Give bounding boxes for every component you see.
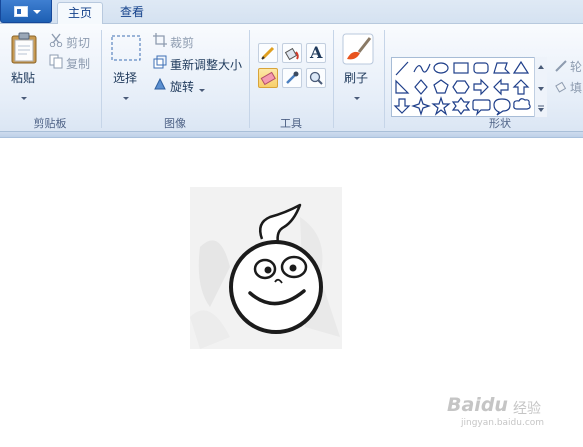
polygon-shape-icon <box>493 62 511 74</box>
rounded-callout-shape-icon <box>472 99 491 116</box>
color-picker-tool[interactable] <box>282 68 302 88</box>
copy-icon <box>49 54 63 69</box>
fill-tool[interactable] <box>282 43 302 63</box>
chevron-down-icon <box>354 91 360 105</box>
text-icon: A <box>310 43 323 62</box>
chevron-down-icon <box>21 91 27 105</box>
smiley-drawing <box>190 203 340 349</box>
oval-callout-shape-icon <box>493 98 511 116</box>
crop-icon <box>153 33 167 47</box>
scissors-icon <box>49 33 63 47</box>
line-shape-icon <box>395 61 409 76</box>
diamond-shape-icon <box>414 79 428 95</box>
watermark-suffix: 经验 <box>513 401 541 417</box>
resize-icon <box>153 55 167 69</box>
tools-group-label: 工具 <box>280 117 302 130</box>
watermark-brand: Baidu <box>447 394 508 416</box>
ribbon-tab-bar: 主页 查看 <box>0 0 583 25</box>
copy-label: 复制 <box>66 57 91 71</box>
fill-bucket-icon <box>555 81 567 93</box>
rectangle-shape-icon <box>453 62 469 74</box>
brushes-label: 刷子 <box>344 71 369 85</box>
eyedropper-icon <box>286 71 299 84</box>
image-group-label: 图像 <box>164 117 186 130</box>
rotate-label: 旋转 <box>170 80 195 94</box>
magnifier-icon <box>309 71 323 85</box>
right-arrow-shape-icon <box>473 78 489 96</box>
brush-icon <box>342 33 374 65</box>
chevron-down-icon <box>33 10 41 14</box>
paste-label: 粘贴 <box>11 71 36 85</box>
oval-shape-icon <box>433 62 449 74</box>
ribbon-panel: 粘贴 剪切 复制 剪贴板 选择 裁剪 重新调整大小 旋转 图像 A 工具 刷子 … <box>0 24 583 132</box>
group-divider <box>249 30 250 128</box>
chevron-down-icon <box>123 91 129 105</box>
canvas-image <box>190 187 342 349</box>
shapes-group-label: 形状 <box>489 117 511 130</box>
right-triangle-shape-icon <box>395 79 410 94</box>
fill-bucket-icon <box>284 47 299 61</box>
five-point-star-shape-icon <box>431 96 451 116</box>
chevron-down-icon <box>199 83 205 97</box>
six-point-star-shape-icon <box>451 97 471 115</box>
curve-shape-icon <box>413 63 431 73</box>
four-point-star-shape-icon <box>411 96 431 116</box>
shape-fill-label: 填 <box>570 81 583 95</box>
tab-view[interactable]: 查看 <box>110 2 154 24</box>
clipboard-group-label: 剪贴板 <box>33 117 67 130</box>
group-divider <box>101 30 102 128</box>
left-arrow-shape-icon <box>493 78 509 96</box>
cut-label: 剪切 <box>66 36 91 50</box>
scroll-up-icon <box>538 65 544 69</box>
shapes-gallery <box>391 57 547 117</box>
pencil-outline-icon <box>555 60 567 72</box>
clipboard-icon <box>11 32 37 64</box>
shapes-palette <box>393 60 531 116</box>
down-arrow-shape-icon <box>393 98 411 114</box>
crop-label: 裁剪 <box>170 36 195 50</box>
shape-outline-label: 轮 <box>570 60 583 74</box>
cloud-callout-shape-icon <box>513 98 531 110</box>
paint-menu-icon <box>14 6 28 17</box>
shapes-gallery-scrollbar[interactable] <box>534 57 547 117</box>
file-menu-button[interactable] <box>0 0 52 23</box>
scroll-down-icon <box>538 87 544 91</box>
triangle-shape-icon <box>512 60 530 74</box>
eraser-tool[interactable] <box>258 68 278 88</box>
resize-label: 重新调整大小 <box>170 58 243 72</box>
magnifier-tool[interactable] <box>306 68 326 88</box>
rounded-rectangle-shape-icon <box>473 62 489 74</box>
selection-icon <box>111 35 141 61</box>
pentagon-shape-icon <box>433 79 449 94</box>
pencil-icon <box>261 46 275 60</box>
expand-gallery-icon <box>538 108 544 112</box>
watermark-url: jingyan.baidu.com <box>461 418 545 428</box>
up-arrow-shape-icon <box>512 79 530 95</box>
text-tool[interactable]: A <box>306 43 326 63</box>
tab-home[interactable]: 主页 <box>57 2 103 25</box>
group-divider <box>384 30 385 128</box>
hexagon-shape-icon <box>452 80 470 94</box>
rotate-icon <box>154 77 166 90</box>
eraser-icon <box>260 71 276 86</box>
group-divider <box>333 30 334 128</box>
pencil-tool[interactable] <box>258 43 278 63</box>
select-label: 选择 <box>113 71 138 85</box>
gallery-scroll-arrows <box>538 65 544 112</box>
